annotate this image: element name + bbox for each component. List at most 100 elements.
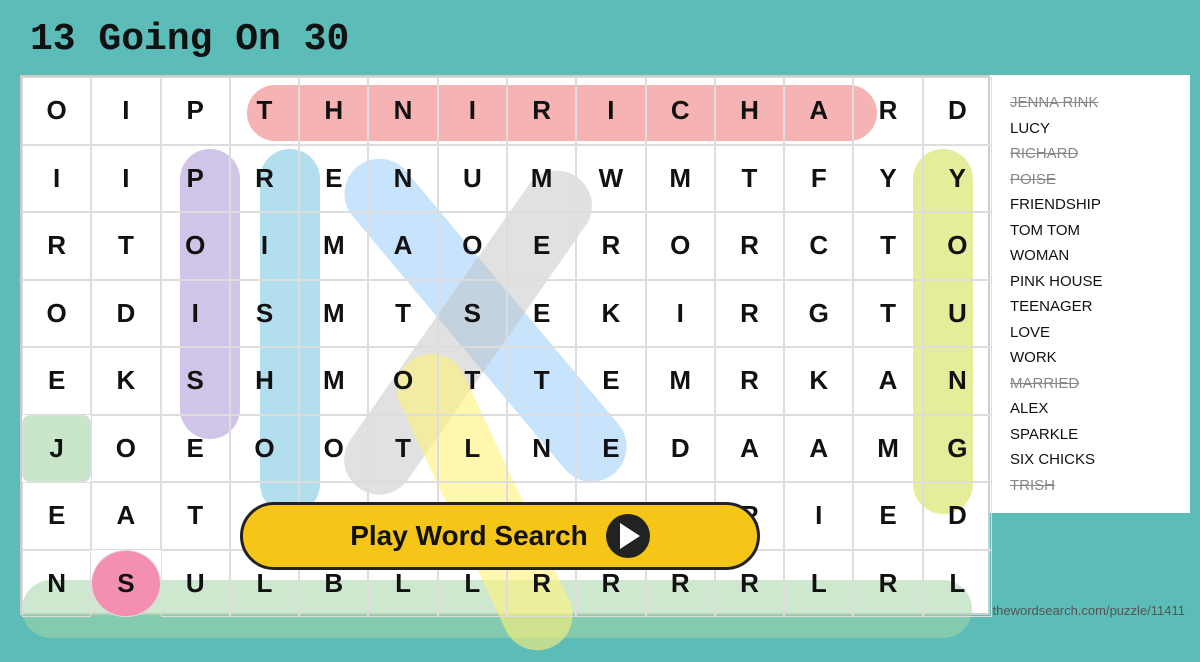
grid-cell[interactable]: N (368, 145, 437, 213)
grid-cell[interactable]: O (299, 415, 368, 483)
grid-cell[interactable]: O (230, 415, 299, 483)
grid-cell[interactable]: N (507, 415, 576, 483)
grid-cell[interactable]: R (22, 212, 91, 280)
grid-cell[interactable]: H (715, 77, 784, 145)
grid-cell[interactable]: T (161, 482, 230, 550)
grid-cell[interactable]: W (576, 145, 645, 213)
grid-cell[interactable]: T (438, 347, 507, 415)
grid-cell[interactable]: R (853, 550, 922, 618)
grid-cell[interactable]: U (161, 550, 230, 618)
grid-cell[interactable]: M (646, 145, 715, 213)
grid-cell[interactable]: T (368, 280, 437, 348)
grid-cell[interactable]: M (507, 145, 576, 213)
grid-cell[interactable]: L (923, 550, 992, 618)
grid-cell[interactable]: O (161, 212, 230, 280)
grid-cell[interactable]: U (438, 145, 507, 213)
grid-cell[interactable]: F (784, 145, 853, 213)
grid-cell[interactable]: T (368, 415, 437, 483)
grid-cell[interactable]: I (438, 77, 507, 145)
grid-cell[interactable]: M (646, 347, 715, 415)
grid-cell[interactable]: S (91, 550, 160, 618)
grid-cell[interactable]: R (576, 212, 645, 280)
grid-cell[interactable]: G (784, 280, 853, 348)
grid-cell[interactable]: O (923, 212, 992, 280)
grid-cell[interactable]: K (576, 280, 645, 348)
grid-cell[interactable]: J (22, 415, 91, 483)
grid-cell[interactable]: R (853, 77, 922, 145)
grid-cell[interactable]: R (715, 212, 784, 280)
grid-cell[interactable]: O (22, 77, 91, 145)
grid-cell[interactable]: C (784, 212, 853, 280)
grid-cell[interactable]: R (507, 77, 576, 145)
grid-cell[interactable]: I (784, 482, 853, 550)
play-button-label: Play Word Search (350, 520, 588, 552)
grid-cell[interactable]: A (784, 77, 853, 145)
grid-cell[interactable]: E (576, 347, 645, 415)
grid-cell[interactable]: M (299, 280, 368, 348)
grid-cell[interactable]: L (784, 550, 853, 618)
grid-cell[interactable]: N (22, 550, 91, 618)
grid-cell[interactable]: D (923, 482, 992, 550)
grid-cell[interactable]: D (91, 280, 160, 348)
grid-cell[interactable]: S (161, 347, 230, 415)
word-list-item: LUCY (1010, 116, 1170, 142)
grid-cell[interactable]: E (507, 280, 576, 348)
grid-cell[interactable]: U (923, 280, 992, 348)
grid-cell[interactable]: P (161, 77, 230, 145)
grid-cell[interactable]: A (715, 415, 784, 483)
grid-cell[interactable]: E (161, 415, 230, 483)
grid-cell[interactable]: E (853, 482, 922, 550)
grid-cell[interactable]: Y (853, 145, 922, 213)
grid-cell[interactable]: P (161, 145, 230, 213)
grid-cell[interactable]: Y (923, 145, 992, 213)
grid-cell[interactable]: A (853, 347, 922, 415)
grid-cell[interactable]: R (230, 145, 299, 213)
grid-cell[interactable]: D (923, 77, 992, 145)
grid-cell[interactable]: R (715, 347, 784, 415)
grid-cell[interactable]: D (646, 415, 715, 483)
grid-cell[interactable]: I (576, 77, 645, 145)
grid-cell[interactable]: O (91, 415, 160, 483)
grid-cell[interactable]: N (923, 347, 992, 415)
grid-cell[interactable]: T (853, 280, 922, 348)
grid-cell[interactable]: K (784, 347, 853, 415)
grid-cell[interactable]: M (853, 415, 922, 483)
grid-cell[interactable]: E (507, 212, 576, 280)
grid-cell[interactable]: N (368, 77, 437, 145)
grid-cell[interactable]: T (507, 347, 576, 415)
grid-cell[interactable]: E (22, 482, 91, 550)
grid-cell[interactable]: I (91, 145, 160, 213)
grid-cell[interactable]: O (368, 347, 437, 415)
grid-cell[interactable]: G (923, 415, 992, 483)
grid-cell[interactable]: T (715, 145, 784, 213)
grid-cell[interactable]: H (230, 347, 299, 415)
grid-cell[interactable]: O (646, 212, 715, 280)
grid-cell[interactable]: T (91, 212, 160, 280)
grid-cell[interactable]: R (715, 280, 784, 348)
grid-cell[interactable]: I (646, 280, 715, 348)
grid-cell[interactable]: I (230, 212, 299, 280)
grid-cell[interactable]: S (438, 280, 507, 348)
grid-cell[interactable]: L (438, 415, 507, 483)
grid-cell[interactable]: O (438, 212, 507, 280)
grid-cell[interactable]: C (646, 77, 715, 145)
grid-cell[interactable]: A (784, 415, 853, 483)
grid-cell[interactable]: H (299, 77, 368, 145)
grid-cell[interactable]: S (230, 280, 299, 348)
grid-cell[interactable]: T (853, 212, 922, 280)
grid-cell[interactable]: I (161, 280, 230, 348)
word-list-item: ALEX (1010, 396, 1170, 422)
grid-cell[interactable]: A (91, 482, 160, 550)
grid-cell[interactable]: E (299, 145, 368, 213)
grid-cell[interactable]: A (368, 212, 437, 280)
grid-cell[interactable]: T (230, 77, 299, 145)
play-button[interactable]: Play Word Search (240, 502, 760, 570)
grid-cell[interactable]: I (91, 77, 160, 145)
grid-cell[interactable]: M (299, 212, 368, 280)
grid-cell[interactable]: E (576, 415, 645, 483)
grid-cell[interactable]: I (22, 145, 91, 213)
grid-cell[interactable]: M (299, 347, 368, 415)
grid-cell[interactable]: K (91, 347, 160, 415)
grid-cell[interactable]: E (22, 347, 91, 415)
grid-cell[interactable]: O (22, 280, 91, 348)
